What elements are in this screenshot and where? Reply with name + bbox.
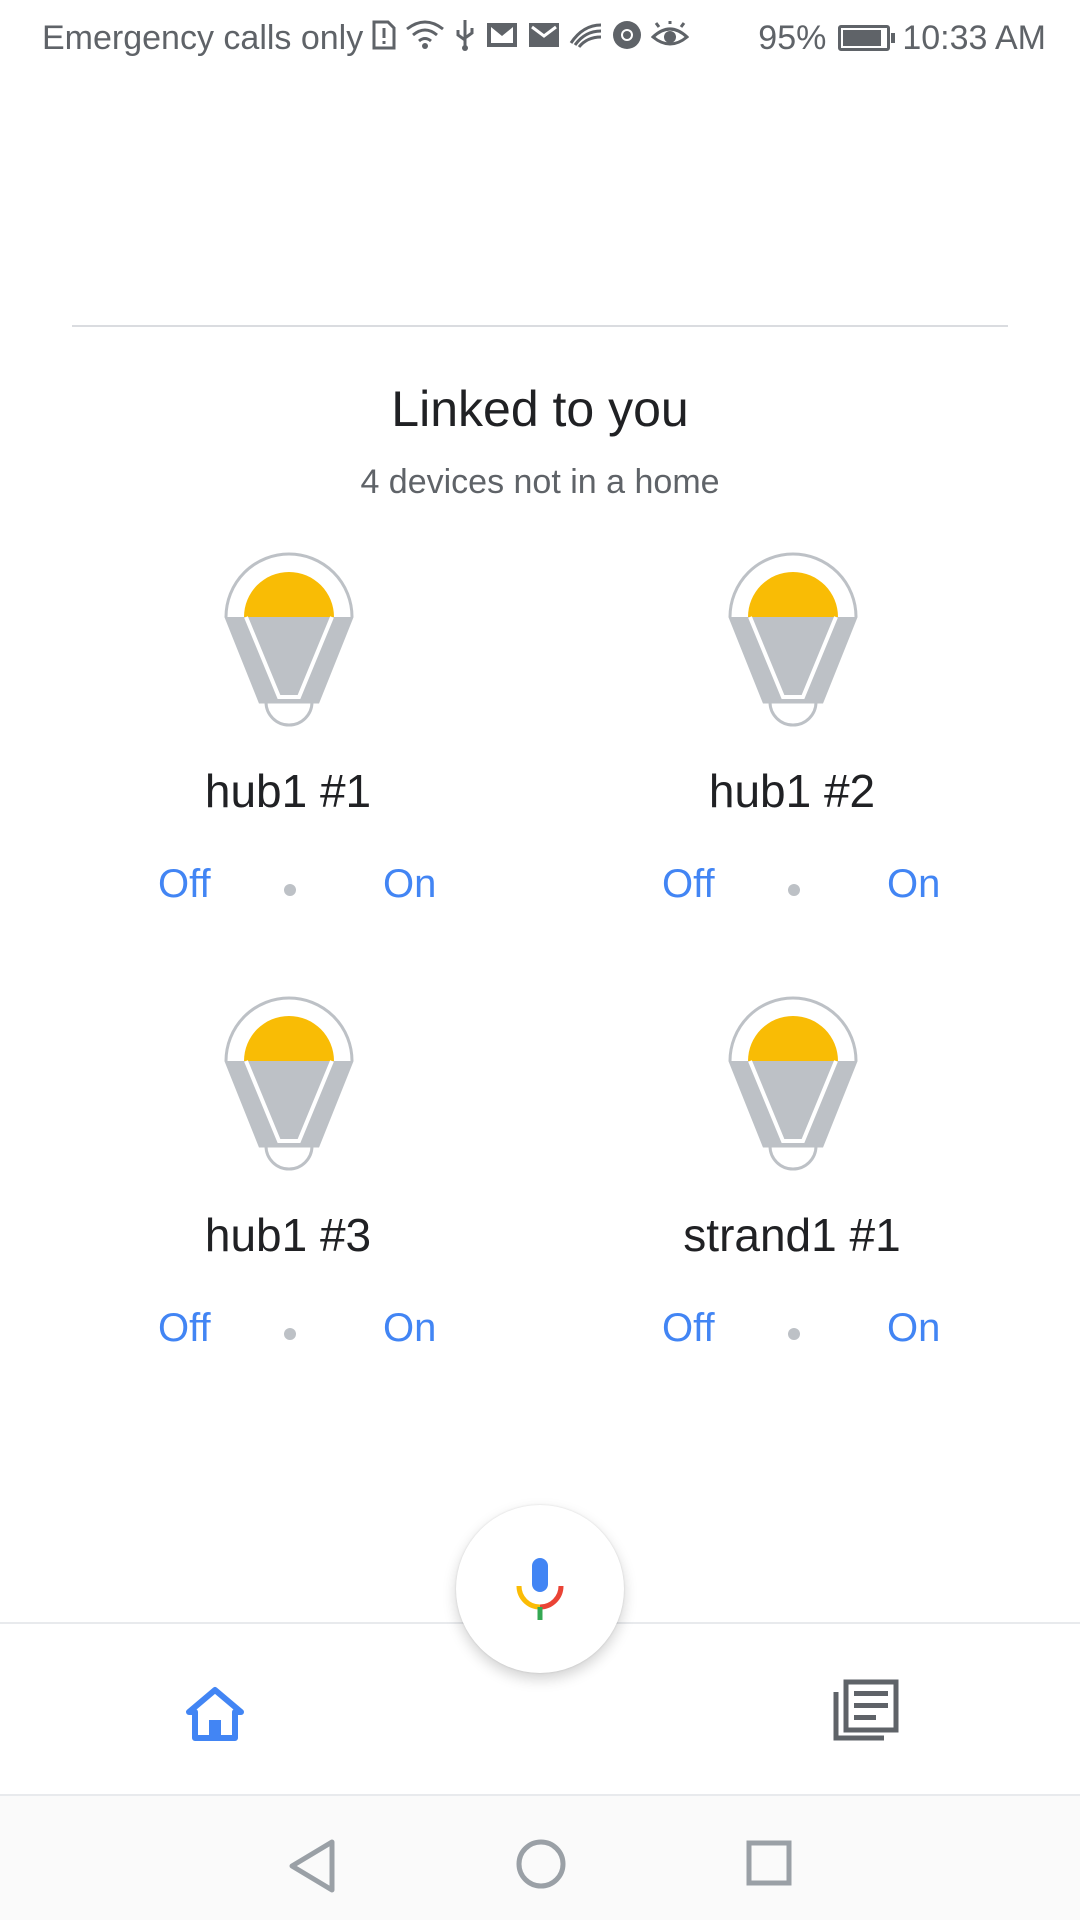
separator-dot (788, 884, 800, 896)
device-name: hub1 #1 (204, 765, 372, 817)
home-circle-icon[interactable] (515, 1838, 567, 1890)
chrome-icon (611, 19, 643, 57)
device-name: strand1 #1 (683, 1209, 901, 1261)
feed-tab[interactable] (832, 1676, 900, 1744)
system-nav-bar (0, 1794, 1080, 1920)
light-bulb-icon (728, 552, 858, 727)
home-icon (186, 1687, 244, 1741)
clock: 10:33 AM (902, 18, 1046, 57)
light-bulb-icon (224, 552, 354, 727)
device-tile[interactable]: hub1 #2 Off On (582, 552, 1002, 932)
device-controls: Off On (582, 1306, 1002, 1366)
device-name: hub1 #3 (204, 1209, 372, 1261)
battery-charging-icon (838, 25, 896, 51)
on-button[interactable]: On (383, 1306, 436, 1351)
separator-dot (284, 884, 296, 896)
status-bar: Emergency calls only 95% 10:33 AM (0, 0, 1080, 76)
off-button[interactable]: Off (158, 1306, 211, 1351)
device-tile[interactable]: strand1 #1 Off On (582, 996, 1002, 1376)
light-bulb-icon (224, 996, 354, 1171)
separator-dot (284, 1328, 296, 1340)
device-tile[interactable]: hub1 #1 Off On (78, 552, 498, 932)
voice-assistant-button[interactable] (456, 1505, 624, 1673)
status-right: 95% 10:33 AM (758, 19, 1046, 58)
off-button[interactable]: Off (158, 862, 211, 907)
gmail-icon (485, 21, 519, 55)
light-bulb-icon (728, 996, 858, 1171)
on-button[interactable]: On (383, 862, 436, 907)
on-button[interactable]: On (887, 1306, 940, 1351)
feed-icon (833, 1679, 899, 1741)
device-controls: Off On (582, 862, 1002, 922)
swiftkey-icon (569, 21, 603, 55)
status-left: Emergency calls only (42, 18, 690, 58)
off-button[interactable]: Off (662, 862, 715, 907)
separator-dot (788, 1328, 800, 1340)
recents-icon[interactable] (746, 1840, 792, 1886)
home-tab[interactable] (185, 1684, 245, 1744)
page-subtitle: 4 devices not in a home (360, 463, 720, 501)
device-name: hub1 #2 (708, 765, 876, 817)
battery-percent: 95% (758, 18, 827, 57)
mail-icon (527, 21, 561, 55)
battery-fill (843, 30, 882, 46)
on-button[interactable]: On (887, 862, 940, 907)
sim-alert-icon (371, 19, 397, 57)
off-button[interactable]: Off (662, 1306, 715, 1351)
page-title: Linked to you (391, 381, 689, 437)
section-divider (72, 325, 1008, 327)
google-mic-icon (516, 1558, 564, 1620)
back-icon[interactable] (286, 1838, 336, 1894)
device-controls: Off On (78, 1306, 498, 1366)
wifi-icon (405, 19, 445, 57)
carrier-text: Emergency calls only (42, 18, 364, 57)
eye-comfort-icon (650, 21, 690, 55)
usb-icon (453, 18, 477, 58)
device-controls: Off On (78, 862, 498, 922)
device-tile[interactable]: hub1 #3 Off On (78, 996, 498, 1376)
